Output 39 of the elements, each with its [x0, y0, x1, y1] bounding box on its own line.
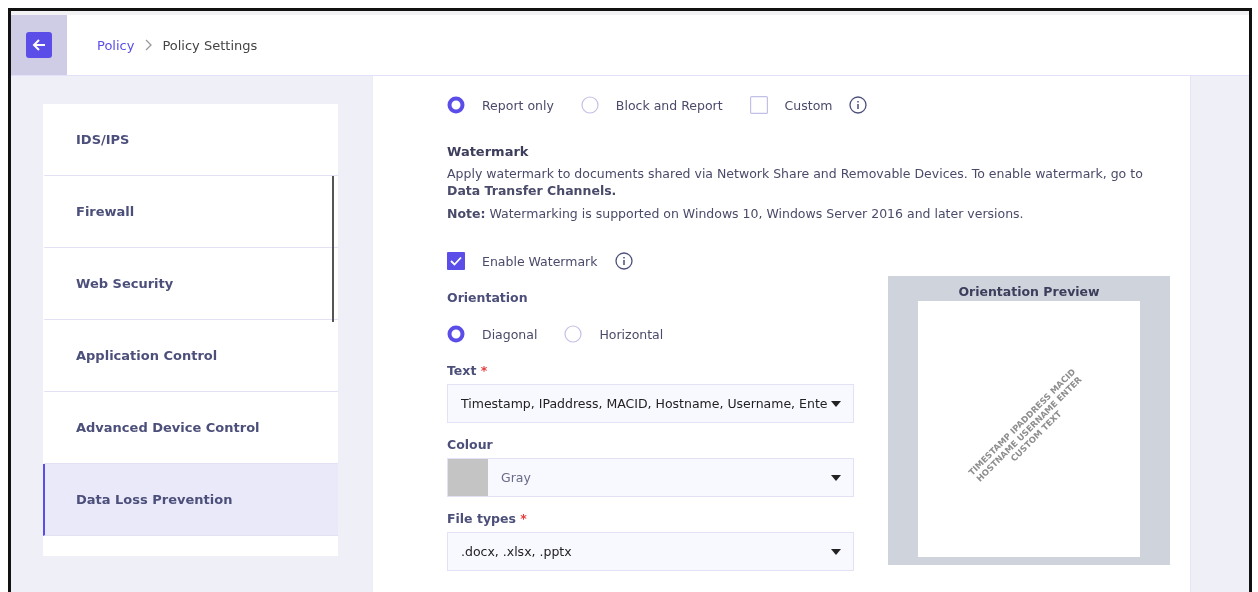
field-label: Orientation — [447, 290, 529, 305]
caret-icon — [831, 548, 841, 555]
note: Note: Watermarking is supported on Windows 10, Windows Server 2016 and later versions. — [447, 205, 1025, 222]
option-label: Custom — [784, 97, 833, 113]
radio-button[interactable] — [580, 96, 599, 114]
section-title: Watermark — [447, 144, 530, 159]
back-button[interactable] — [26, 32, 52, 58]
checkbox[interactable] — [447, 252, 465, 270]
sidebar-item[interactable]: Data Loss Prevention — [43, 464, 338, 536]
breadcrumb-current: Policy Settings — [162, 37, 258, 53]
colour-dropdown[interactable]: Gray — [447, 458, 854, 497]
option-label: Horizontal — [599, 326, 664, 342]
option-label: Block and Report — [615, 97, 723, 113]
caret-icon — [831, 400, 841, 407]
caret-icon — [831, 474, 841, 481]
file-types-dropdown[interactable]: .docx, .xlsx, .pptx — [447, 532, 854, 571]
field-label: Colour — [447, 437, 493, 452]
checkbox[interactable] — [749, 96, 768, 114]
field-label: Text — [447, 363, 477, 378]
checkbox-label: Enable Watermark — [482, 253, 598, 269]
field-label: File types — [447, 511, 516, 526]
sidebar-item[interactable]: IDS/IPS — [43, 104, 338, 176]
required-mark: * — [520, 511, 527, 526]
radio-button[interactable] — [447, 325, 465, 343]
breadcrumb-link[interactable]: Policy — [97, 37, 135, 53]
radio-button[interactable] — [447, 96, 465, 114]
back-arrow-icon — [31, 37, 47, 53]
preview-title: Orientation Preview — [958, 284, 1100, 299]
sidebar-item[interactable]: Application Control — [43, 320, 338, 392]
option-label: Report only — [482, 97, 554, 113]
text-dropdown[interactable]: Timestamp, IPaddress, MACID, Hostname, Username, Ente — [447, 384, 854, 423]
required-mark: * — [480, 363, 488, 378]
description: Apply watermark to documents shared via Network Share and Removable Devices. To enable watermark, go to Data Transfer Channels. — [447, 165, 1144, 199]
info-icon[interactable] — [614, 252, 633, 270]
chevron-right-icon — [144, 39, 153, 51]
radio-button[interactable] — [564, 325, 583, 343]
info-icon[interactable] — [849, 96, 868, 114]
option-label: Diagonal — [482, 326, 538, 342]
scrollbar[interactable] — [332, 176, 334, 322]
